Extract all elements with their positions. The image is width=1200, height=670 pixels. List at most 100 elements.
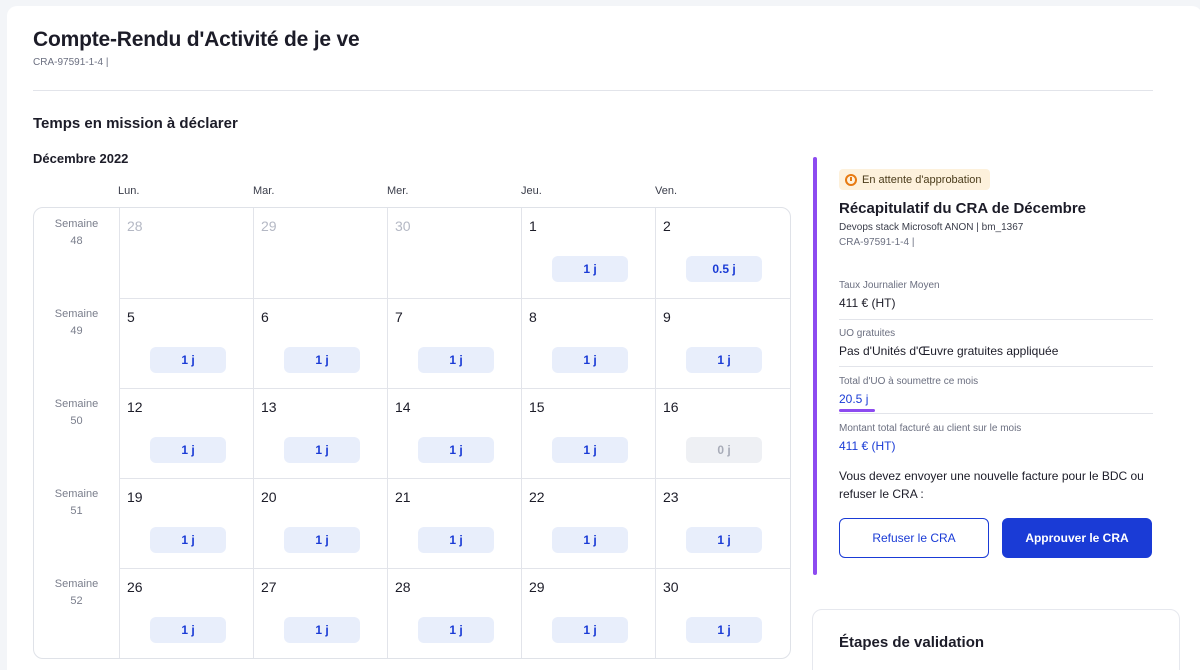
- week-number: 49: [70, 325, 83, 337]
- approve-cra-button[interactable]: Approuver le CRA: [1002, 518, 1152, 558]
- calendar-day-cell[interactable]: 29 1 j: [521, 568, 655, 658]
- day-header-fri: Ven.: [655, 185, 678, 197]
- calendar-day-cell: 28: [119, 208, 253, 298]
- week-number: 52: [70, 595, 83, 607]
- calendar-day-cell[interactable]: 26 1 j: [119, 568, 253, 658]
- week-number: 50: [70, 415, 83, 427]
- day-number: 21: [395, 489, 411, 505]
- page-reference: CRA-97591-1-4 |: [33, 57, 109, 68]
- calendar-day-cell: 29: [253, 208, 387, 298]
- tjm-value: 411 € (HT): [839, 296, 896, 310]
- calendar-day-cell[interactable]: 14 1 j: [387, 388, 521, 478]
- day-time-pill[interactable]: 1 j: [686, 347, 762, 373]
- week-number: 51: [70, 505, 83, 517]
- day-number: 23: [663, 489, 679, 505]
- calendar-day-cell[interactable]: 19 1 j: [119, 478, 253, 568]
- day-number: 19: [127, 489, 143, 505]
- calendar-day-cell[interactable]: 8 1 j: [521, 298, 655, 388]
- status-badge: En attente d'approbation: [839, 169, 990, 190]
- calendar-day-cell[interactable]: 7 1 j: [387, 298, 521, 388]
- week-number: 48: [70, 235, 83, 247]
- week-label: Semaine 48: [34, 216, 119, 250]
- week-label: Semaine 52: [34, 576, 119, 610]
- day-time-pill[interactable]: 1 j: [284, 437, 360, 463]
- calendar-day-cell[interactable]: 9 1 j: [655, 298, 790, 388]
- divider: [33, 90, 1153, 91]
- validation-steps-title: Étapes de validation: [839, 634, 985, 651]
- calendar-day-cell[interactable]: 13 1 j: [253, 388, 387, 478]
- status-label: En attente d'approbation: [862, 173, 982, 186]
- day-time-pill[interactable]: 1 j: [686, 617, 762, 643]
- accent-bar: [813, 157, 817, 575]
- calendar-day-cell[interactable]: 1 1 j: [521, 208, 655, 298]
- week-label: Semaine 51: [34, 486, 119, 520]
- day-time-pill[interactable]: 1 j: [552, 347, 628, 373]
- calendar-grid: Semaine 48 28 29 30 1 1 j 2 0.5 j Semaine 49 5 1 j 6 1…: [33, 207, 791, 659]
- calendar-day-cell[interactable]: 15 1 j: [521, 388, 655, 478]
- day-number: 14: [395, 399, 411, 415]
- free-uo-label: UO gratuites: [839, 328, 896, 339]
- day-time-pill[interactable]: 1 j: [284, 527, 360, 553]
- day-header-wed: Mer.: [387, 185, 409, 197]
- day-time-pill[interactable]: 1 j: [284, 617, 360, 643]
- calendar-day-cell[interactable]: 6 1 j: [253, 298, 387, 388]
- day-time-pill[interactable]: 1 j: [418, 527, 494, 553]
- section-title: Temps en mission à déclarer: [33, 115, 238, 132]
- day-number: 12: [127, 399, 143, 415]
- month-title: Décembre 2022: [33, 151, 129, 166]
- day-time-pill[interactable]: 1 j: [150, 617, 226, 643]
- calendar-day-cell[interactable]: 28 1 j: [387, 568, 521, 658]
- tjm-label: Taux Journalier Moyen: [839, 280, 940, 291]
- day-number: 13: [261, 399, 277, 415]
- day-time-pill[interactable]: 1 j: [552, 617, 628, 643]
- day-time-pill[interactable]: 0 j: [686, 437, 762, 463]
- summary-title: Récapitulatif du CRA de Décembre: [839, 200, 1086, 217]
- refuse-cra-button[interactable]: Refuser le CRA: [839, 518, 989, 558]
- day-time-pill[interactable]: 1 j: [284, 347, 360, 373]
- day-time-pill[interactable]: 1 j: [150, 347, 226, 373]
- day-number: 8: [529, 309, 537, 325]
- mission-name: Devops stack Microsoft ANON | bm_1367: [839, 222, 1024, 233]
- page-title: Compte-Rendu d'Activité de je ve: [33, 28, 360, 51]
- calendar-day-cell[interactable]: 2 0.5 j: [655, 208, 790, 298]
- day-time-pill[interactable]: 1 j: [418, 347, 494, 373]
- day-time-pill[interactable]: 1 j: [418, 617, 494, 643]
- summary-reference: CRA-97591-1-4 |: [839, 237, 915, 248]
- total-uo-label: Total d'UO à soumettre ce mois: [839, 376, 979, 387]
- validation-steps-card: Étapes de validation: [812, 609, 1180, 670]
- day-time-pill[interactable]: 1 j: [150, 527, 226, 553]
- calendar-day-cell[interactable]: 21 1 j: [387, 478, 521, 568]
- calendar-day-cell[interactable]: 22 1 j: [521, 478, 655, 568]
- day-time-pill[interactable]: 1 j: [418, 437, 494, 463]
- week-label: Semaine 50: [34, 396, 119, 430]
- day-header-tue: Mar.: [253, 185, 275, 197]
- day-time-pill[interactable]: 1 j: [686, 527, 762, 553]
- invoice-notice: Vous devez envoyer une nouvelle facture …: [839, 469, 1144, 501]
- day-number: 7: [395, 309, 403, 325]
- calendar-day-cell[interactable]: 30 1 j: [655, 568, 790, 658]
- day-time-pill[interactable]: 1 j: [552, 437, 628, 463]
- week-label-text: Semaine: [54, 578, 99, 590]
- day-number: 6: [261, 309, 269, 325]
- field-divider: [839, 413, 1153, 414]
- calendar-day-cell[interactable]: 23 1 j: [655, 478, 790, 568]
- day-time-pill[interactable]: 1 j: [150, 437, 226, 463]
- day-time-pill[interactable]: 1 j: [552, 527, 628, 553]
- week-label-text: Semaine: [54, 218, 99, 230]
- day-number: 1: [529, 218, 537, 234]
- total-uo-underline: [839, 409, 875, 412]
- day-number: 2: [663, 218, 671, 234]
- calendar-day-cell[interactable]: 20 1 j: [253, 478, 387, 568]
- day-time-pill[interactable]: 1 j: [552, 256, 628, 282]
- day-number: 30: [395, 218, 411, 234]
- calendar-day-cell[interactable]: 5 1 j: [119, 298, 253, 388]
- day-number: 29: [261, 218, 277, 234]
- week-label-text: Semaine: [54, 488, 99, 500]
- billed-amount-label: Montant total facturé au client sur le m…: [839, 423, 1022, 434]
- calendar-day-cell[interactable]: 27 1 j: [253, 568, 387, 658]
- day-time-pill[interactable]: 0.5 j: [686, 256, 762, 282]
- field-divider: [839, 366, 1153, 367]
- timer-icon: [845, 173, 857, 186]
- calendar-day-cell[interactable]: 16 0 j: [655, 388, 790, 478]
- calendar-day-cell[interactable]: 12 1 j: [119, 388, 253, 478]
